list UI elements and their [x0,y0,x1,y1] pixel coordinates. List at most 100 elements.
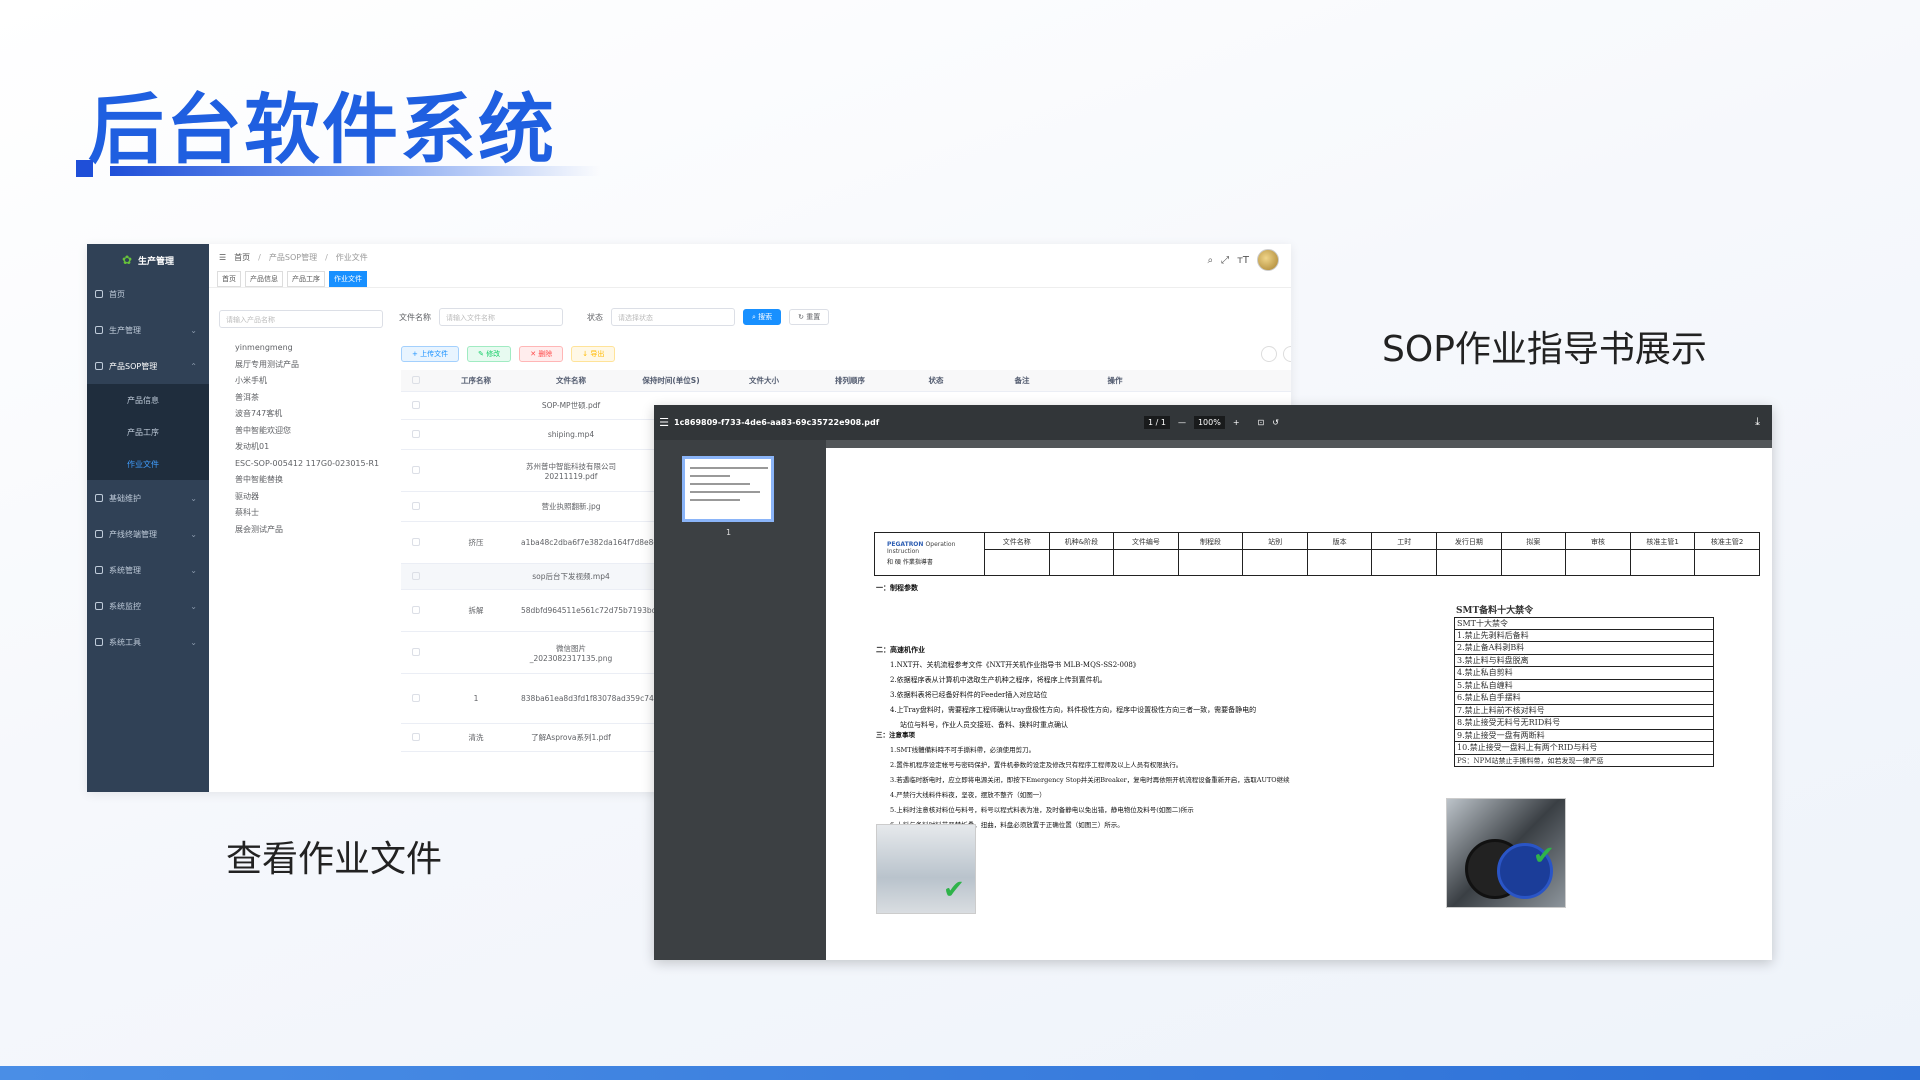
fullscreen-icon[interactable]: ⤢ [1221,255,1229,266]
sidebar-item-monitor[interactable]: 系统监控 ⌄ [87,588,209,624]
cell-file: 58dbfd964511e561c72d75b7193bdd.jpg [521,606,676,615]
product-tree: yinmengmeng 展厅专用测试产品 小米手机 普洱茶 波音747客机 普中… [235,340,379,538]
tree-item[interactable]: 普洱茶 [235,390,379,407]
doc-logo: PEGATRON Operation Instruction 和 碩 作業指導書 [875,533,985,575]
cell-process: 1 [473,694,479,703]
search-button[interactable]: ⌕ 搜索 [743,309,782,325]
zoom-out-icon[interactable]: — [1178,418,1186,427]
tab-work-files[interactable]: 作业文件 [329,270,367,287]
reset-button[interactable]: ↻ 重置 [789,309,830,325]
smt-row: PS：NPM站禁止手撕料带，如若发现一律严惩 [1454,754,1714,767]
page-thumbnail[interactable] [682,456,774,522]
refresh-icon[interactable] [1283,346,1291,362]
avatar[interactable] [1257,249,1279,271]
cell-process: 挤压 [468,538,484,547]
menu-icon[interactable]: ☰ [654,416,674,429]
tab-product-info[interactable]: 产品信息 [245,270,283,287]
monitor-icon [95,602,103,610]
tree-item[interactable]: 波音747客机 [235,406,379,423]
row-checkbox[interactable] [401,693,431,704]
tree-item[interactable]: 驱动器 [235,489,379,506]
column-header: 文件大小 [749,376,779,385]
header-cell: 核准主管2 [1695,533,1759,575]
smt-row: 8.禁止接受无料号无RID料号 [1454,717,1714,730]
tree-item[interactable]: 普中智能替换 [235,472,379,489]
row-checkbox[interactable] [401,501,431,512]
zoom-input[interactable]: 100% [1193,416,1225,429]
reel-storage-photo: ✔ [876,824,976,914]
delete-button[interactable]: ✕ 删除 [519,346,564,362]
export-button[interactable]: ↓ 导出 [571,346,616,362]
edit-button[interactable]: ✎ 修改 [467,346,512,362]
row-checkbox[interactable] [401,537,431,548]
sidebar-subitem-work-files[interactable]: 作业文件 [87,448,209,480]
pdf-filename: 1c869809-f733-4de6-aa83-69c35722e908.pdf [674,418,880,427]
row-checkbox[interactable] [401,732,431,743]
tree-item[interactable]: 小米手机 [235,373,379,390]
search-icon[interactable]: ⌕ [1207,255,1213,266]
font-size-icon[interactable]: тT [1237,255,1249,266]
doc-line: 1.SMT线體備料時不可手撕料帶，必須使用剪刀。 [890,746,1036,754]
tree-item[interactable]: 展厅专用测试产品 [235,357,379,374]
breadcrumb-home[interactable]: 首页 [234,252,250,263]
page-number-input[interactable]: 1 / 1 [1144,416,1170,429]
row-checkbox[interactable] [401,465,431,476]
smt-row: SMT十大禁令 [1454,617,1714,630]
chevron-down-icon: ⌄ [190,637,197,647]
doc-line: 2.依据程序表从计算机中选取生产机种之程序，将程序上传到置件机。 [890,676,1107,684]
smt-row: 4.禁止私自剪料 [1454,667,1714,680]
check-icon: ✔ [943,875,965,905]
sidebar-item-terminal[interactable]: 产线终端管理 ⌄ [87,516,209,552]
sidebar-subitem-product-process[interactable]: 产品工序 [87,416,209,448]
search-toggle-button[interactable] [1261,346,1277,362]
download-icon[interactable]: ⤓ [1755,415,1760,429]
smt-row: 7.禁止上料前不核对料号 [1454,704,1714,717]
sidebar-item-label: 首页 [109,289,125,299]
smt-row: 6.禁止私自手摆料 [1454,692,1714,705]
sidebar-item-basic-maintenance[interactable]: 基础维护 ⌄ [87,480,209,516]
select-all-checkbox[interactable] [401,375,431,386]
row-checkbox[interactable] [401,647,431,658]
row-checkbox[interactable] [401,605,431,616]
rotate-icon[interactable]: ↺ [1272,418,1279,427]
pdf-page: PEGATRON Operation Instruction 和 碩 作業指導書… [826,448,1772,960]
chevron-down-icon: ⌄ [190,529,197,539]
row-checkbox[interactable] [401,429,431,440]
status-select[interactable]: 请选择状态 [611,308,735,326]
terminal-icon [95,530,103,538]
tab-product-process[interactable]: 产品工序 [287,270,325,287]
breadcrumb-sop[interactable]: 产品SOP管理 [269,252,317,263]
menu-fold-icon[interactable]: ☰ [219,253,226,262]
fit-page-icon[interactable]: ⊡ [1258,418,1265,427]
product-search-input[interactable]: 请输入产品名称 [219,310,383,328]
sidebar-item-tools[interactable]: 系统工具 ⌄ [87,624,209,660]
row-checkbox[interactable] [401,400,431,411]
upload-button[interactable]: + 上传文件 [401,346,460,362]
caption-view-work-files: 查看作业文件 [226,839,443,880]
sidebar-item-system[interactable]: 系统管理 ⌄ [87,552,209,588]
zoom-in-icon[interactable]: + [1233,418,1240,427]
delete-button-label: 删除 [538,350,553,358]
tree-item[interactable]: ESC-SOP-005412 117G0-023015-R1 [235,456,379,473]
sidebar: ✿ 生产管理 首页 生产管理 ⌄ 产品SOP管理 ⌃ 产品信息 产品工序 作业文件 基… [87,244,209,792]
doc-line: 3.若遇临时断电时，应立即将电源关闭，即按下Emergency Stop并关闭B… [890,776,1290,784]
column-header: 操作 [1107,376,1123,385]
caption-sop-display: SOP作业指导书展示 [1382,329,1707,370]
tree-item[interactable]: 普中智能欢迎您 [235,423,379,440]
doc-header-columns: 文件名称 机种&阶段 文件编号 制程段 站别 版本 工时 发行日期 拟案 审核 … [985,533,1759,575]
row-checkbox[interactable] [401,571,431,582]
sidebar-item-sop[interactable]: 产品SOP管理 ⌃ [87,348,209,384]
cell-process: 清洗 [468,733,484,742]
file-name-input[interactable]: 请输入文件名称 [439,308,563,326]
tree-item[interactable]: yinmengmeng [235,340,379,357]
column-header: 状态 [928,376,944,385]
sidebar-subitem-product-info[interactable]: 产品信息 [87,384,209,416]
sidebar-item-home[interactable]: 首页 [87,276,209,312]
app-logo[interactable]: ✿ 生产管理 [87,244,209,276]
tree-item[interactable]: 蔡科士 [235,505,379,522]
tab-home[interactable]: 首页 [217,270,241,287]
cell-file: 838ba61ea8d3fd1f83078ad359c74e1994ca5f58… [521,694,722,703]
tree-item[interactable]: 发动机01 [235,439,379,456]
tree-item[interactable]: 展会测试产品 [235,522,379,539]
sidebar-item-production[interactable]: 生产管理 ⌄ [87,312,209,348]
